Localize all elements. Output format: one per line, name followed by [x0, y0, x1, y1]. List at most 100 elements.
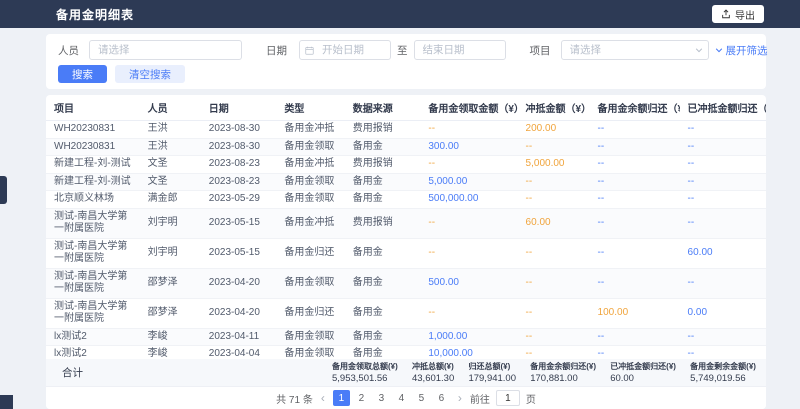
cell-amount: --: [420, 121, 517, 138]
date-to-label: 至: [395, 43, 410, 58]
column-header: 数据来源: [345, 95, 421, 121]
cell-amount: --: [680, 121, 766, 138]
cell-source: 费用报销: [345, 121, 421, 138]
table-row[interactable]: WH20230831王洪2023-08-30备用金冲抵费用报销--200.00-…: [46, 121, 766, 138]
cell-amount: 300.00: [420, 138, 517, 156]
summary-item-value: 5,749,019.56: [690, 373, 756, 384]
table-row[interactable]: 测试-南昌大学第一附属医院邵梦泽2023-04-20备用金领取备用金500.00…: [46, 268, 766, 298]
table-row[interactable]: lx测试2李峻2023-04-04备用金领取备用金10,000.00------: [46, 346, 766, 360]
column-header: 日期: [201, 95, 277, 121]
summary-item-label: 备用金剩余金额(¥): [690, 361, 756, 372]
cell-amount: --: [590, 208, 680, 238]
cell-project: 新建工程-刘-测试: [46, 156, 140, 174]
cell-date: 2023-05-15: [201, 238, 277, 268]
cell-type: 备用金归还: [276, 298, 344, 328]
summary-item-label: 已冲抵金额归还(¥): [610, 361, 676, 372]
cell-amount: --: [590, 346, 680, 360]
page-button[interactable]: 6: [433, 390, 450, 406]
page-button[interactable]: 4: [393, 390, 410, 406]
end-date-input[interactable]: [414, 40, 506, 60]
page-button[interactable]: 1: [333, 390, 350, 406]
page-header: 备用金明细表 导出: [0, 0, 800, 28]
table-row[interactable]: 测试-南昌大学第一附属医院刘宇明2023-05-15备用金归还备用金------…: [46, 238, 766, 268]
table-row[interactable]: 测试-南昌大学第一附属医院刘宇明2023-05-15备用金冲抵费用报销--60.…: [46, 208, 766, 238]
summary-items: 备用金领取总额(¥)5,953,501.56冲抵总额(¥)43,601.30归还…: [332, 361, 756, 384]
date-range-picker: 至: [299, 40, 506, 60]
project-filter-label: 项目: [530, 43, 551, 58]
cell-type: 备用金冲抵: [276, 208, 344, 238]
cell-amount: 1,000.00: [420, 328, 517, 346]
summary-item-value: 5,953,501.56: [332, 373, 398, 384]
goto-page-input[interactable]: [496, 390, 520, 406]
cell-amount: --: [420, 298, 517, 328]
summary-item-value: 43,601.30: [412, 373, 454, 384]
cell-source: 费用报销: [345, 208, 421, 238]
cell-type: 备用金领取: [276, 173, 344, 191]
pagination-bar: 共 71 条 ‹ 123456 › 前往 页: [46, 387, 766, 409]
page-title: 备用金明细表: [56, 6, 134, 23]
cell-source: 备用金: [345, 268, 421, 298]
cell-person: 李峻: [140, 328, 201, 346]
cell-amount: 500.00: [420, 268, 517, 298]
person-select[interactable]: [89, 40, 242, 60]
page-buttons: 123456: [333, 390, 450, 406]
cell-type: 备用金领取: [276, 346, 344, 360]
cell-project: 测试-南昌大学第一附属医院: [46, 298, 140, 328]
table-body-viewport[interactable]: WH20230831王洪2023-08-30备用金冲抵费用报销--200.00-…: [46, 121, 766, 359]
summary-item-label: 归还总额(¥): [468, 361, 516, 372]
prev-page-button[interactable]: ‹: [319, 391, 327, 405]
cell-amount: --: [590, 173, 680, 191]
summary-item: 冲抵总额(¥)43,601.30: [412, 361, 454, 384]
search-button[interactable]: 搜索: [58, 65, 107, 83]
cell-person: 王洪: [140, 138, 201, 156]
cell-person: 满金郎: [140, 191, 201, 209]
column-header: 人员: [140, 95, 201, 121]
table-row[interactable]: WH20230831王洪2023-08-30备用金领取备用金300.00----…: [46, 138, 766, 156]
page-button[interactable]: 5: [413, 390, 430, 406]
page-button[interactable]: 2: [353, 390, 370, 406]
next-page-button[interactable]: ›: [456, 391, 464, 405]
project-select[interactable]: [561, 40, 709, 60]
cell-amount: 60.00: [518, 208, 590, 238]
cell-project: 新建工程-刘-测试: [46, 173, 140, 191]
page-button[interactable]: 3: [373, 390, 390, 406]
project-select-input[interactable]: [561, 40, 709, 60]
cell-amount: 5,000.00: [518, 156, 590, 174]
table-row[interactable]: 新建工程-刘-测试文圣2023-08-23备用金冲抵费用报销--5,000.00…: [46, 156, 766, 174]
cell-amount: 100.00: [590, 298, 680, 328]
cell-person: 刘宇明: [140, 238, 201, 268]
cell-person: 邵梦泽: [140, 268, 201, 298]
sidebar-collapse-handle[interactable]: [0, 176, 7, 204]
cell-amount: --: [680, 208, 766, 238]
cell-amount: --: [518, 238, 590, 268]
cell-source: 备用金: [345, 298, 421, 328]
cell-project: WH20230831: [46, 138, 140, 156]
expand-filters-link[interactable]: 展开筛选: [715, 43, 768, 58]
export-button[interactable]: 导出: [712, 5, 764, 23]
cell-amount: --: [590, 156, 680, 174]
cell-amount: --: [590, 138, 680, 156]
cell-source: 备用金: [345, 328, 421, 346]
cell-person: 文圣: [140, 156, 201, 174]
cell-amount: --: [518, 328, 590, 346]
table-row[interactable]: 北京顺义林场满金郎2023-05-29备用金领取备用金500,000.00---…: [46, 191, 766, 209]
cell-date: 2023-08-30: [201, 121, 277, 138]
column-header: 已冲抵金额归还（¥）: [680, 95, 766, 121]
cell-date: 2023-05-29: [201, 191, 277, 209]
cell-amount: --: [518, 268, 590, 298]
cell-source: 备用金: [345, 138, 421, 156]
cell-project: 测试-南昌大学第一附属医院: [46, 268, 140, 298]
table-row[interactable]: 测试-南昌大学第一附属医院邵梦泽2023-04-20备用金归还备用金----10…: [46, 298, 766, 328]
cell-amount: --: [420, 156, 517, 174]
cell-amount: --: [680, 191, 766, 209]
cell-amount: --: [680, 173, 766, 191]
cell-amount: 500,000.00: [420, 191, 517, 209]
person-filter-label: 人员: [58, 43, 79, 58]
cell-type: 备用金冲抵: [276, 156, 344, 174]
clear-search-button[interactable]: 清空搜索: [115, 65, 185, 83]
table-row[interactable]: lx测试2李峻2023-04-11备用金领取备用金1,000.00------: [46, 328, 766, 346]
cell-amount: --: [680, 156, 766, 174]
cell-amount: 200.00: [518, 121, 590, 138]
table-row[interactable]: 新建工程-刘-测试文圣2023-08-23备用金领取备用金5,000.00---…: [46, 173, 766, 191]
goto-unit-label: 页: [526, 391, 536, 406]
